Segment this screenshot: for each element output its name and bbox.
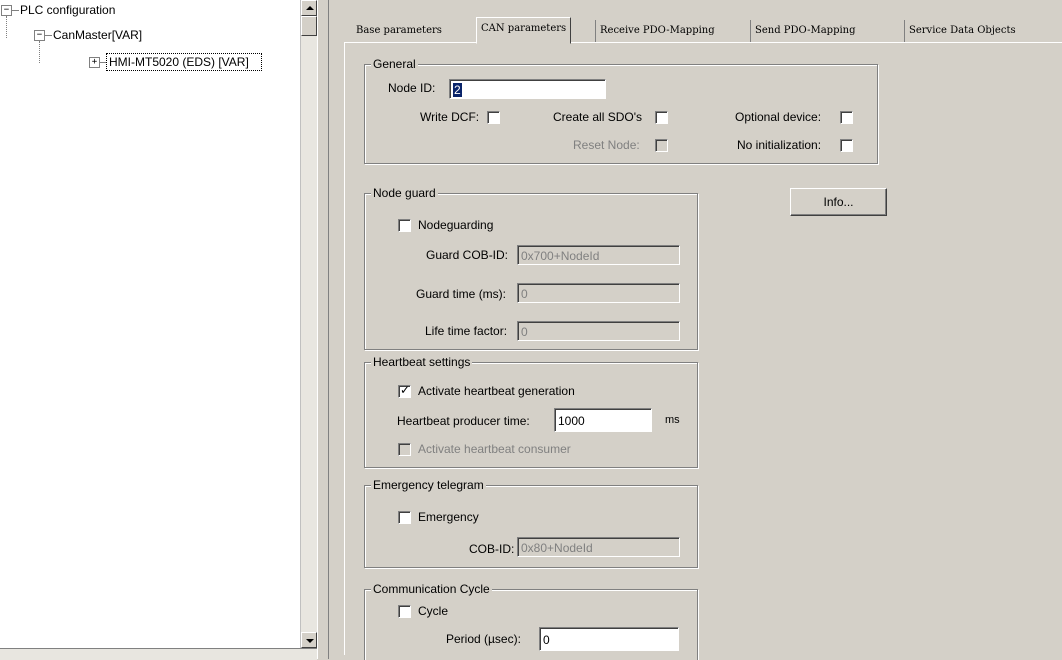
emergency-cob-id-input[interactable]: 0x80+NodeId (517, 537, 680, 557)
activate-heartbeat-label: Activate heartbeat generation (418, 384, 575, 398)
guard-cob-id-input[interactable]: 0x700+NodeId (517, 245, 680, 265)
communication-cycle-group: Communication Cycle Cycle Period (µsec):… (364, 582, 698, 660)
tab-can-parameters[interactable]: CAN parameters (476, 17, 572, 44)
emergency-group: Emergency telegram Emergency COB-ID: 0x8… (364, 478, 698, 568)
scroll-thumb[interactable] (301, 16, 317, 36)
emergency-cob-id-label: COB-ID: (469, 542, 515, 556)
tab-receive-pdo-mapping[interactable]: Receive PDO-Mapping (595, 20, 719, 42)
period-label: Period (µsec): (446, 632, 521, 646)
emergency-checkbox[interactable] (398, 511, 411, 524)
create-sdo-label: Create all SDO's (553, 110, 642, 124)
node-guard-title: Node guard (371, 186, 438, 200)
heartbeat-producer-input[interactable]: 1000 (554, 408, 652, 432)
cycle-label: Cycle (418, 604, 449, 618)
configuration-tree[interactable]: − PLC configuration − CanMaster[VAR] + H… (0, 0, 300, 648)
nodeguarding-label: Nodeguarding (418, 218, 494, 232)
tab-service-data-objects[interactable]: Service Data Objects (904, 20, 1020, 42)
tree-horizontal-scrollbar[interactable] (0, 648, 317, 660)
expand-icon[interactable]: + (89, 57, 100, 68)
check-icon: ✓ (400, 383, 411, 397)
create-sdo-checkbox[interactable] (655, 111, 668, 124)
guard-cob-id-label: Guard COB-ID: (426, 248, 509, 262)
pane-splitter[interactable] (317, 0, 329, 659)
arrow-down-icon (306, 639, 314, 643)
emergency-label: Emergency (418, 510, 479, 524)
reset-node-label: Reset Node: (573, 138, 640, 152)
heartbeat-consumer-checkbox[interactable] (398, 443, 411, 456)
arrow-up-icon (306, 6, 314, 10)
heartbeat-consumer-label: Activate heartbeat consumer (418, 442, 571, 456)
info-button[interactable]: Info... (790, 188, 887, 216)
reset-node-checkbox[interactable] (655, 139, 668, 152)
communication-cycle-title: Communication Cycle (371, 582, 492, 596)
tab-send-pdo-mapping[interactable]: Send PDO-Mapping (750, 20, 860, 42)
period-input[interactable]: 0 (539, 627, 679, 651)
life-time-factor-input[interactable]: 0 (517, 321, 680, 341)
tree-item-canmaster[interactable]: CanMaster[VAR] (53, 28, 142, 42)
write-dcf-checkbox[interactable] (487, 111, 500, 124)
heartbeat-title: Heartbeat settings (371, 355, 473, 369)
optional-device-label: Optional device: (735, 110, 822, 124)
emergency-title: Emergency telegram (371, 478, 486, 492)
node-guard-group: Node guard Nodeguarding Guard COB-ID: 0x… (364, 186, 698, 350)
tree-item-hmi-mt5020[interactable]: HMI-MT5020 (EDS) [VAR] (106, 53, 262, 71)
node-id-input[interactable]: 2 (449, 79, 606, 99)
activate-heartbeat-checkbox[interactable]: ✓ (398, 383, 411, 398)
no-initialization-label: No initialization: (737, 138, 822, 152)
tree-vertical-scrollbar[interactable] (300, 0, 318, 648)
tree-item-plc-configuration[interactable]: PLC configuration (20, 3, 115, 17)
cycle-checkbox[interactable] (398, 605, 411, 618)
general-title: General (371, 57, 418, 71)
no-initialization-checkbox[interactable] (840, 139, 853, 152)
life-time-factor-label: Life time factor: (425, 324, 508, 338)
scroll-up-button[interactable] (301, 0, 317, 16)
heartbeat-group: Heartbeat settings ✓ Activate heartbeat … (364, 355, 698, 468)
heartbeat-producer-label: Heartbeat producer time: (397, 414, 530, 428)
collapse-icon[interactable]: − (34, 30, 45, 41)
optional-device-checkbox[interactable] (840, 111, 853, 124)
nodeguarding-checkbox[interactable] (398, 219, 411, 232)
general-group: General Node ID: 2 Write DCF: Create all… (364, 57, 878, 164)
scroll-down-button[interactable] (301, 632, 317, 648)
guard-time-label: Guard time (ms): (416, 287, 507, 301)
collapse-icon[interactable]: − (1, 5, 12, 16)
guard-time-input[interactable]: 0 (517, 283, 680, 303)
write-dcf-label: Write DCF: (420, 110, 480, 124)
heartbeat-unit-label: ms (665, 414, 680, 426)
tab-base-parameters[interactable]: Base parameters (352, 20, 446, 42)
node-id-label: Node ID: (388, 81, 436, 95)
